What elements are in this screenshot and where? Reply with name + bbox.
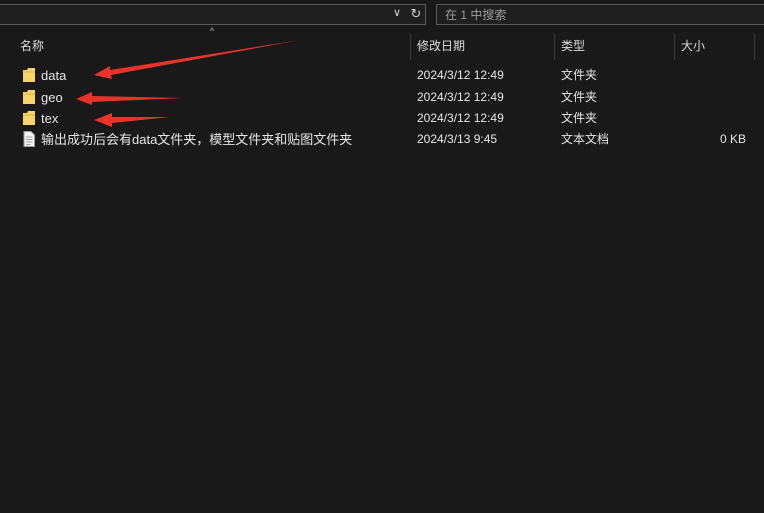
file-name: geo — [41, 90, 63, 105]
file-name: tex — [41, 111, 59, 126]
file-type: 文本文档 — [561, 132, 610, 146]
file-type: 文件夹 — [561, 68, 598, 82]
refresh-icon[interactable]: ↻ — [407, 4, 425, 23]
chevron-down-icon[interactable]: ∨ — [389, 4, 405, 23]
column-divider[interactable] — [754, 34, 755, 60]
sort-ascending-icon: ^ — [209, 26, 215, 36]
toolbar: ∨ ↻ — [0, 0, 764, 30]
file-row-geo[interactable]: geo 2024/3/12 12:49 文件夹 — [0, 87, 764, 108]
search-input[interactable] — [445, 6, 745, 23]
column-divider[interactable] — [674, 34, 675, 60]
file-name: 输出成功后会有data文件夹，模型文件夹和贴图文件夹 — [41, 132, 353, 147]
file-date: 2024/3/12 12:49 — [417, 111, 504, 125]
column-header-date[interactable]: 修改日期 — [417, 32, 465, 60]
column-header-type[interactable]: 类型 — [561, 32, 585, 60]
column-header-name[interactable]: 名称 — [20, 32, 44, 60]
folder-icon — [23, 111, 35, 125]
column-header-size[interactable]: 大小 — [681, 32, 705, 60]
address-bar[interactable] — [0, 4, 426, 25]
column-divider[interactable] — [410, 34, 411, 60]
file-row-text-document[interactable]: 输出成功后会有data文件夹，模型文件夹和贴图文件夹 2024/3/13 9:4… — [0, 129, 764, 150]
file-date: 2024/3/13 9:45 — [417, 132, 498, 146]
file-date: 2024/3/12 12:49 — [417, 68, 504, 82]
folder-icon — [23, 68, 35, 82]
file-type: 文件夹 — [561, 90, 598, 104]
file-row-data[interactable]: data 2024/3/12 12:49 文件夹 — [0, 65, 764, 86]
file-type: 文件夹 — [561, 111, 598, 125]
file-size: 0 KB — [719, 132, 746, 146]
folder-icon — [23, 90, 35, 104]
file-name: data — [41, 68, 67, 83]
column-divider[interactable] — [554, 34, 555, 60]
column-header-bar: 名称 修改日期 类型 大小 — [0, 32, 764, 60]
text-file-icon — [23, 131, 35, 147]
file-date: 2024/3/12 12:49 — [417, 90, 504, 104]
file-row-tex[interactable]: tex 2024/3/12 12:49 文件夹 — [0, 108, 764, 129]
